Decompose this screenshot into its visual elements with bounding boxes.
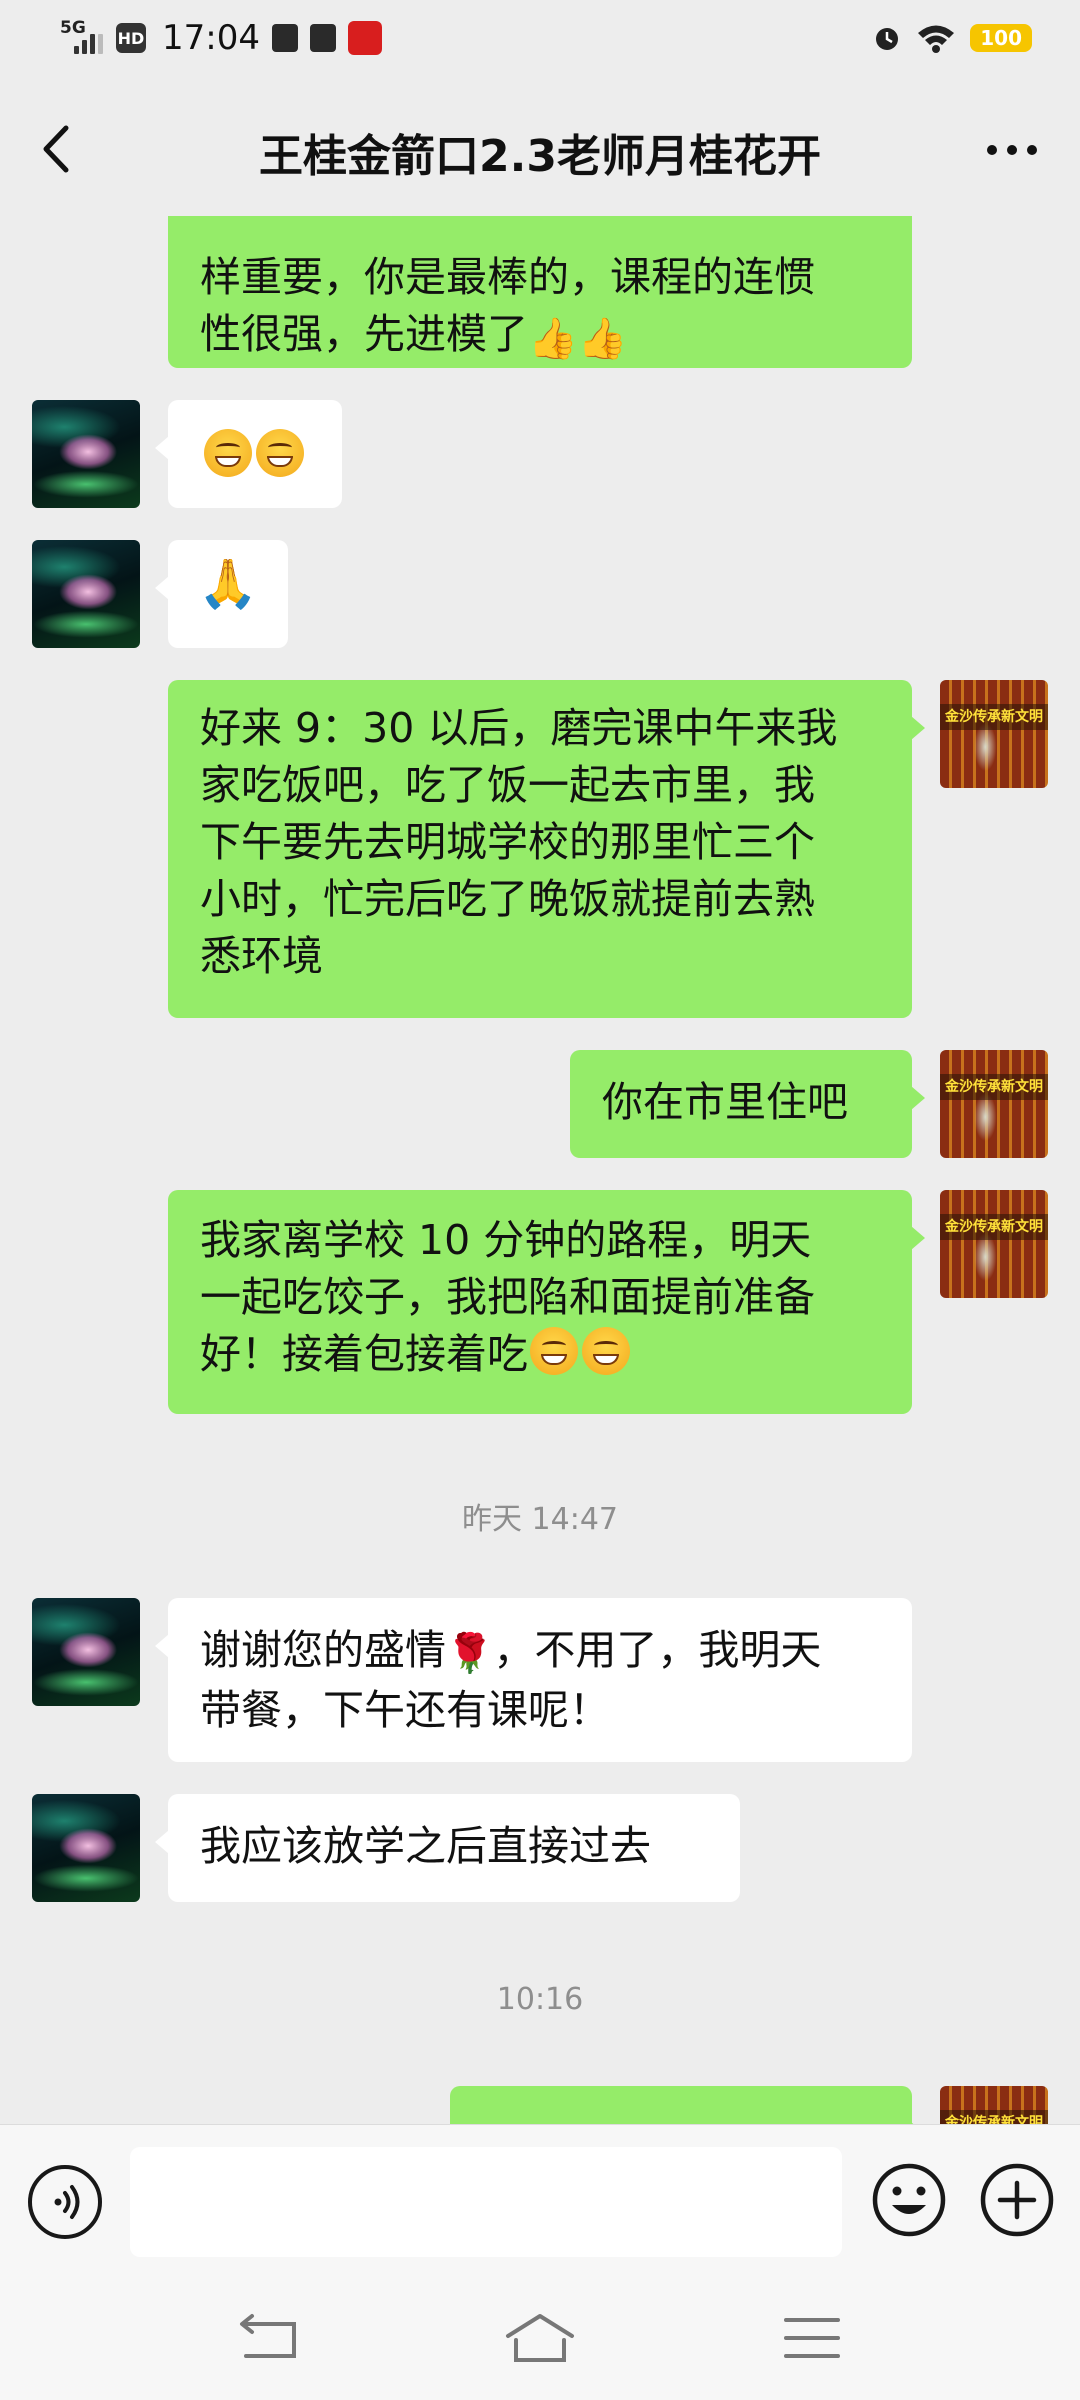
message-input[interactable]: [130, 2147, 842, 2257]
message-bubble[interactable]: [155, 400, 342, 508]
message-bubble[interactable]: 好来 9：30 以后，磨完课中午来我 家吃饭吧，吃了饭一起去市里，我 下午要先去…: [168, 680, 925, 1018]
grin-emoji-icon: [582, 1327, 630, 1375]
message-text: 我家离学校 10 分钟的路程，明天: [200, 1216, 812, 1264]
status-time: 17:04: [162, 18, 260, 58]
message-text: 我应该放学之后直接过去: [200, 1822, 651, 1870]
message-text: 带餐，下午还有课呢！: [200, 1686, 610, 1734]
cellular-signal-icon: 5G: [60, 18, 104, 58]
avatar-contact[interactable]: [32, 400, 140, 508]
network-type: 5G: [60, 18, 86, 38]
message-bubble[interactable]: 我应该放学之后直接过去: [155, 1794, 740, 1902]
menu-nav-icon[interactable]: [776, 2310, 848, 2366]
message-bubble[interactable]: . 样重要，你是最棒的，课程的连惯 性很强，先进模了👍👍: [168, 216, 912, 368]
input-bar: [0, 2124, 1080, 2280]
app-notification-icon: [347, 21, 382, 55]
message-text: ，不用了，我明天: [493, 1626, 822, 1674]
voice-icon[interactable]: [28, 2165, 102, 2239]
grin-emoji-icon: [530, 1327, 578, 1375]
pray-emoji-icon: 🙏: [198, 556, 258, 612]
message-text: 谢谢您的盛情: [200, 1626, 446, 1674]
thumbs-up-icon: 👍: [528, 316, 578, 362]
message-text: 好来 9：30 以后，磨完课中午来我: [200, 704, 838, 752]
database-icon: [309, 24, 336, 52]
avatar-banner-text: 金沙传承新文明: [940, 1074, 1048, 1100]
avatar-me[interactable]: 金沙传承新文明: [940, 2086, 1048, 2124]
plus-icon[interactable]: [978, 2161, 1056, 2239]
message-text: 小时，忙完后吃了晚饭就提前去熟: [200, 875, 815, 923]
message-text: 家吃饭吧，吃了饭一起去市里，我: [200, 761, 815, 809]
avatar-me[interactable]: 金沙传承新文明: [940, 1190, 1048, 1298]
status-bar: 5G HD 17:04 100: [0, 0, 1080, 82]
battery-indicator: 100: [970, 24, 1032, 52]
home-nav-icon[interactable]: [504, 2310, 576, 2366]
message-text: 样重要，你是最棒的，课程的连惯: [200, 253, 815, 301]
message-text: 一起吃饺子，我把陷和面提前准备: [200, 1273, 815, 1321]
message-list[interactable]: . 样重要，你是最棒的，课程的连惯 性很强，先进模了👍👍 🙏 金沙传承新文明 好…: [0, 216, 1080, 2124]
message-text: 性很强，先进模了: [200, 310, 528, 358]
chevron-left-icon[interactable]: [36, 122, 80, 176]
avatar-me[interactable]: 金沙传承新文明: [940, 680, 1048, 788]
message-bubble[interactable]: 我家离学校 10 分钟的路程，明天 一起吃饺子，我把陷和面提前准备 好！接着包接…: [168, 1190, 925, 1414]
wifi-icon: [918, 25, 955, 53]
chat-header: 王桂金箭口2.3老师月桂花开: [0, 82, 1080, 216]
alarm-icon: [876, 28, 899, 50]
back-nav-icon[interactable]: [232, 2310, 304, 2366]
message-text: 你在市里住吧: [602, 1078, 848, 1126]
system-navigation-bar: [0, 2280, 1080, 2400]
avatar-contact[interactable]: [32, 1598, 140, 1706]
avatar-contact[interactable]: [32, 540, 140, 648]
grin-emoji-icon: [256, 429, 304, 477]
smiley-icon[interactable]: [870, 2161, 948, 2239]
avatar-banner-text: 金沙传承新文明: [940, 1214, 1048, 1240]
ellipsis-icon[interactable]: [984, 138, 1040, 162]
message-timestamp: 昨天 14:47: [462, 1502, 618, 1537]
avatar-banner-text: 金沙传承新文明: [940, 2110, 1048, 2124]
message-bubble[interactable]: 谢谢您的盛情🌹，不用了，我明天 带餐，下午还有课呢！: [155, 1598, 912, 1762]
grin-emoji-icon: [204, 429, 252, 477]
message-timestamp: 10:16: [496, 1982, 584, 2017]
message-text: 好！接着包接着吃: [200, 1330, 528, 1378]
chat-title: 王桂金箭口2.3老师月桂花开: [259, 131, 821, 182]
message-bubble[interactable]: [450, 2086, 925, 2124]
thumbs-up-icon: 👍: [577, 316, 628, 362]
hd-icon: HD: [116, 23, 146, 53]
shield-check-icon: [271, 24, 298, 52]
message-bubble[interactable]: 你在市里住吧: [570, 1050, 925, 1158]
rose-emoji-icon: 🌹: [446, 1631, 494, 1675]
avatar-contact[interactable]: [32, 1794, 140, 1902]
avatar-me[interactable]: 金沙传承新文明: [940, 1050, 1048, 1158]
avatar-banner-text: 金沙传承新文明: [940, 704, 1048, 730]
message-bubble[interactable]: 🙏: [155, 540, 288, 648]
message-text: 下午要先去明城学校的那里忙三个: [200, 818, 815, 866]
message-text: 悉环境: [200, 932, 323, 980]
